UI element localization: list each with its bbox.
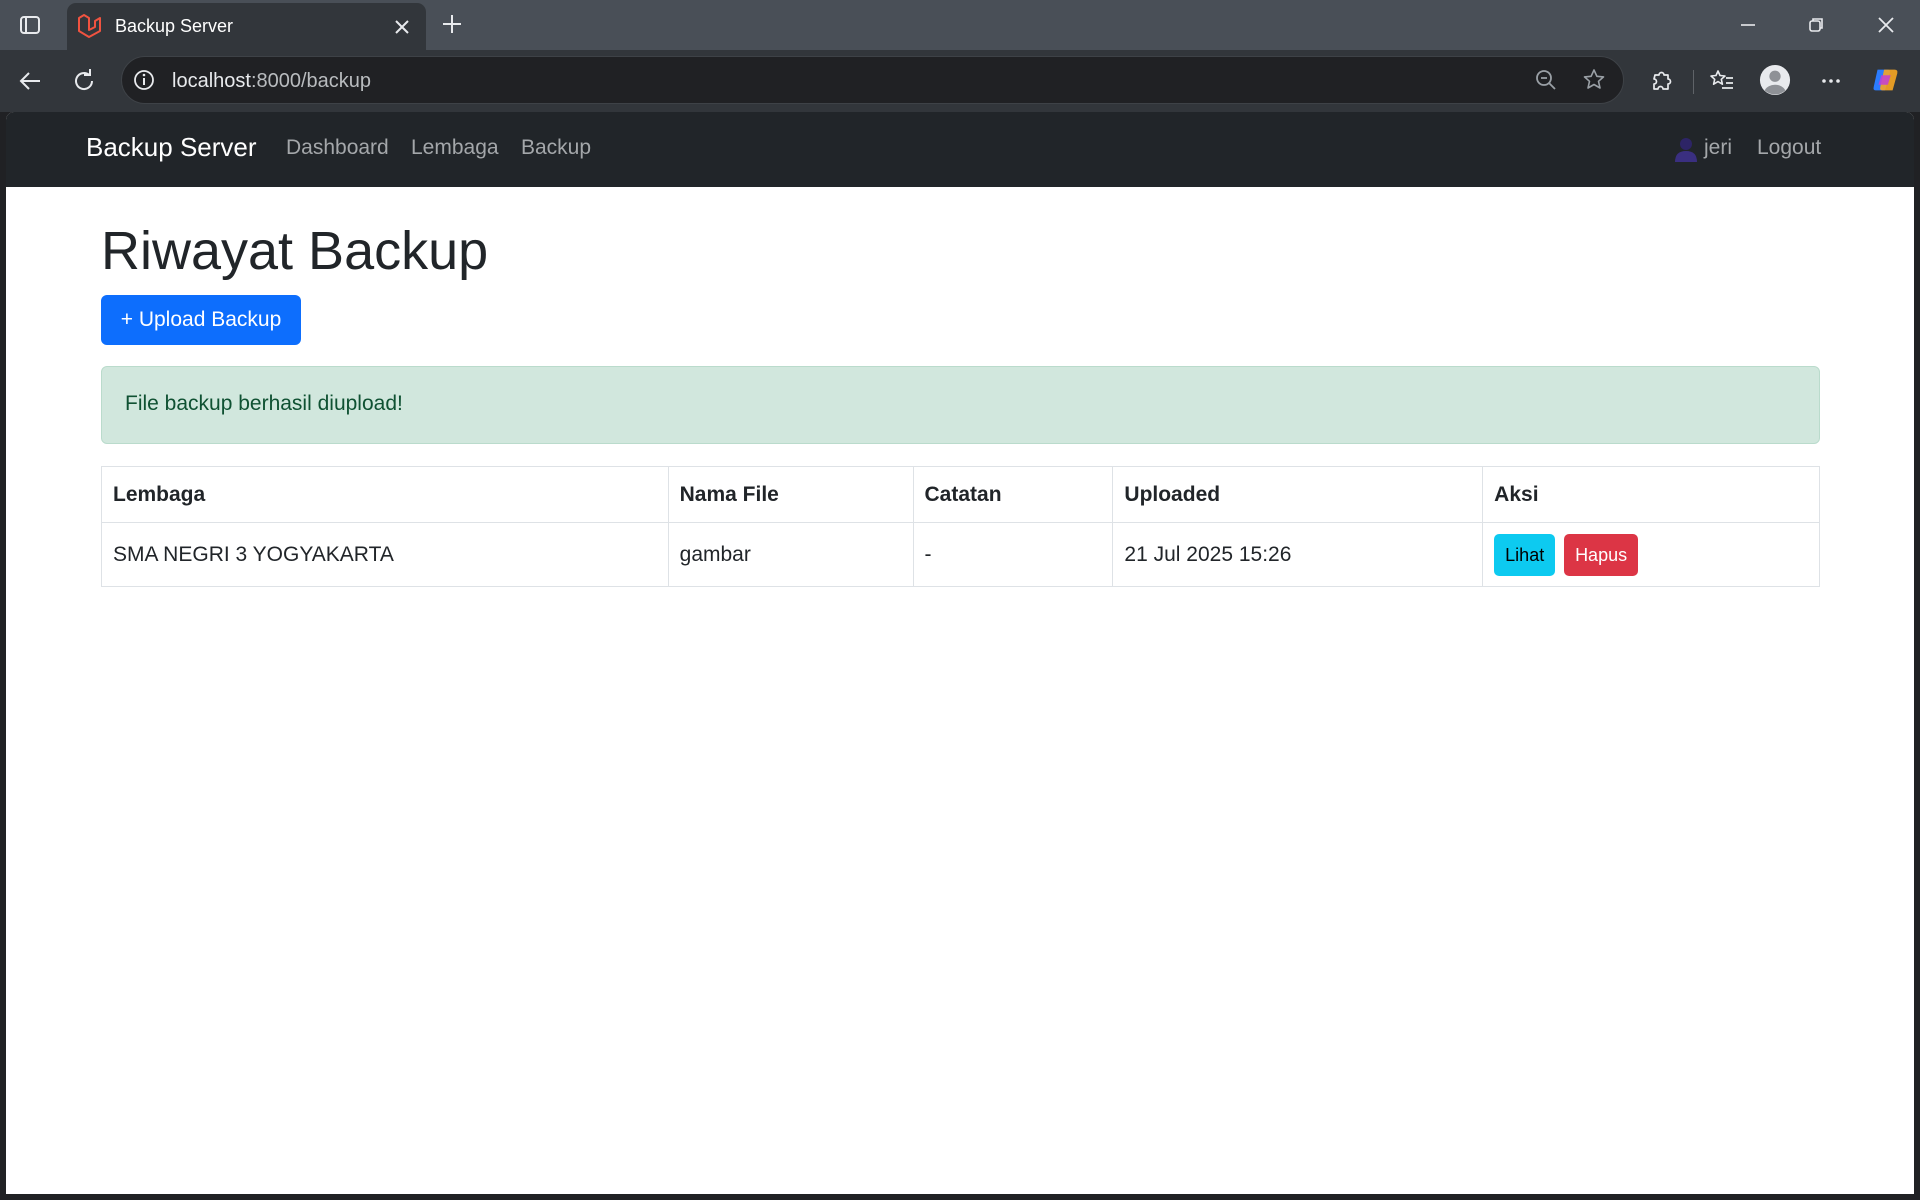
nav-link-dashboard[interactable]: Dashboard <box>286 136 389 160</box>
upload-backup-button[interactable]: + Upload Backup <box>101 295 301 345</box>
new-tab-icon[interactable] <box>436 8 468 40</box>
url-host: localhost <box>172 70 251 92</box>
column-header-aksi: Aksi <box>1482 466 1820 523</box>
back-icon[interactable] <box>14 65 46 97</box>
success-alert: File backup berhasil diupload! <box>101 366 1820 444</box>
cell-catatan: - <box>912 522 1114 587</box>
favorites-icon[interactable] <box>1706 65 1738 97</box>
favorite-star-icon[interactable] <box>1580 66 1608 94</box>
browser-toolbar: localhost:8000/backup <box>0 50 1920 112</box>
column-header-lembaga: Lembaga <box>101 466 669 523</box>
user-icon <box>1675 138 1697 162</box>
cell-lembaga: SMA NEGRI 3 YOGYAKARTA <box>101 522 669 587</box>
more-options-icon[interactable] <box>1815 65 1847 97</box>
browser-tab[interactable]: Backup Server <box>67 3 426 50</box>
page-viewport: Backup Server Dashboard Lembaga Backup j… <box>6 112 1914 1194</box>
view-button[interactable]: Lihat <box>1494 533 1556 576</box>
cell-aksi: Lihat Hapus <box>1482 522 1820 587</box>
url-path: :8000/backup <box>250 70 372 92</box>
backup-table: Lembaga Nama File Catatan Uploaded Aksi … <box>101 466 1820 587</box>
extensions-icon[interactable] <box>1645 65 1677 97</box>
alert-message: File backup berhasil diupload! <box>125 392 403 415</box>
toolbar-separator <box>1693 70 1694 94</box>
browser-tab-title: Backup Server <box>115 16 234 36</box>
browser-tab-bar: Backup Server <box>0 0 1920 50</box>
close-window-icon[interactable] <box>1870 9 1902 41</box>
laravel-favicon-icon <box>78 14 101 38</box>
top-navbar: Backup Server Dashboard Lembaga Backup j… <box>6 112 1914 187</box>
tab-actions-icon[interactable] <box>14 11 46 39</box>
table-header-row: Lembaga Nama File Catatan Uploaded Aksi <box>101 466 1820 523</box>
address-bar[interactable]: localhost:8000/backup <box>121 56 1624 104</box>
site-info-icon[interactable] <box>130 66 158 94</box>
table-row: SMA NEGRI 3 YOGYAKARTA gambar - 21 Jul 2… <box>101 522 1820 587</box>
cell-uploaded: 21 Jul 2025 15:26 <box>1112 522 1484 587</box>
nav-logout-link[interactable]: Logout <box>1757 136 1821 160</box>
cell-nama-file: gambar <box>667 522 914 587</box>
zoom-out-icon[interactable] <box>1532 66 1560 94</box>
copilot-icon[interactable] <box>1870 64 1902 96</box>
page-title: Riwayat Backup <box>101 221 489 281</box>
address-url: localhost:8000/backup <box>172 70 371 93</box>
minimize-icon[interactable] <box>1732 9 1764 41</box>
reload-icon[interactable] <box>68 65 100 97</box>
delete-button[interactable]: Hapus <box>1564 533 1639 576</box>
close-tab-icon[interactable] <box>390 15 414 39</box>
profile-avatar-icon[interactable] <box>1759 64 1791 96</box>
nav-link-lembaga[interactable]: Lembaga <box>411 136 499 160</box>
column-header-nama-file: Nama File <box>667 466 914 523</box>
nav-user-name[interactable]: jeri <box>1704 136 1732 160</box>
nav-link-backup[interactable]: Backup <box>521 136 591 160</box>
column-header-uploaded: Uploaded <box>1112 466 1484 523</box>
restore-icon[interactable] <box>1800 9 1832 41</box>
column-header-catatan: Catatan <box>912 466 1114 523</box>
navbar-brand[interactable]: Backup Server <box>86 132 257 163</box>
